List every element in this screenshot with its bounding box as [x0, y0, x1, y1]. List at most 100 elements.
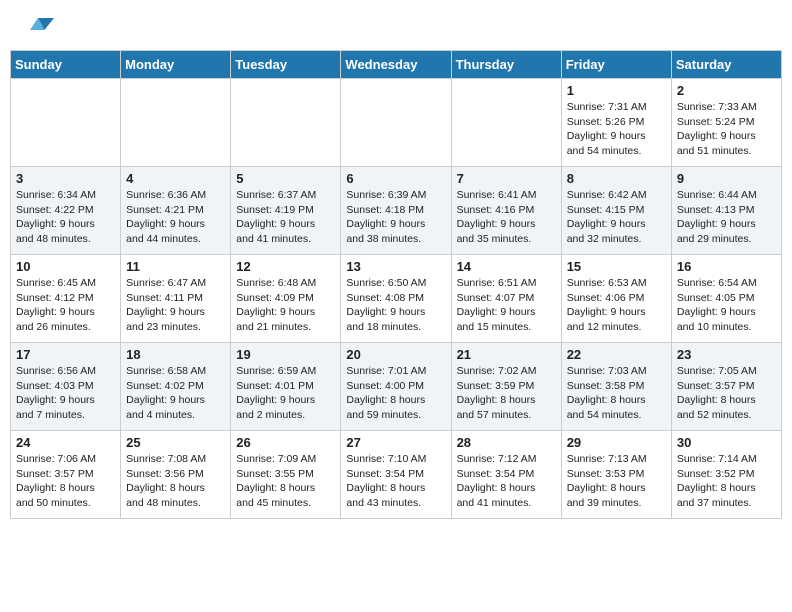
calendar-cell: 22Sunrise: 7:03 AM Sunset: 3:58 PM Dayli… [561, 343, 671, 431]
day-number: 18 [126, 347, 225, 362]
calendar-cell [341, 79, 451, 167]
day-info: Sunrise: 6:47 AM Sunset: 4:11 PM Dayligh… [126, 276, 225, 335]
weekday-header-wednesday: Wednesday [341, 51, 451, 79]
day-number: 26 [236, 435, 335, 450]
day-info: Sunrise: 7:01 AM Sunset: 4:00 PM Dayligh… [346, 364, 445, 423]
calendar-cell: 11 Sunrise: 6:47 AM Sunset: 4:11 PM Dayli… [121, 255, 231, 343]
day-number: 16 [677, 259, 776, 274]
calendar-week-5: 24 Sunrise: 7:06 AM Sunset: 3:57 PM Dayli… [11, 431, 782, 519]
calendar-cell: 8 Sunrise: 6:42 AM Sunset: 4:15 PM Daylig… [561, 167, 671, 255]
calendar-cell: 23Sunrise: 7:05 AM Sunset: 3:57 PM Dayli… [671, 343, 781, 431]
calendar-cell: 30 Sunrise: 7:14 AM Sunset: 3:52 PM Dayli… [671, 431, 781, 519]
day-number: 19 [236, 347, 335, 362]
day-info: Sunrise: 7:08 AM Sunset: 3:56 PM Dayligh… [126, 452, 225, 511]
calendar-week-2: 3 Sunrise: 6:34 AM Sunset: 4:22 PM Daylig… [11, 167, 782, 255]
day-info: Sunrise: 6:56 AM Sunset: 4:03 PM Dayligh… [16, 364, 115, 423]
logo-icon [14, 14, 54, 42]
day-number: 9 [677, 171, 776, 186]
day-number: 11 [126, 259, 225, 274]
day-info: Sunrise: 6:37 AM Sunset: 4:19 PM Dayligh… [236, 188, 335, 247]
calendar-cell: 4 Sunrise: 6:36 AM Sunset: 4:21 PM Daylig… [121, 167, 231, 255]
calendar-week-4: 17 Sunrise: 6:56 AM Sunset: 4:03 PM Dayli… [11, 343, 782, 431]
day-number: 3 [16, 171, 115, 186]
calendar-cell: 14 Sunrise: 6:51 AM Sunset: 4:07 PM Dayli… [451, 255, 561, 343]
day-number: 1 [567, 83, 666, 98]
calendar-body: 1 Sunrise: 7:31 AM Sunset: 5:26 PM Daylig… [11, 79, 782, 519]
day-info: Sunrise: 6:34 AM Sunset: 4:22 PM Dayligh… [16, 188, 115, 247]
day-info: Sunrise: 6:42 AM Sunset: 4:15 PM Dayligh… [567, 188, 666, 247]
weekday-header-sunday: Sunday [11, 51, 121, 79]
day-info: Sunrise: 7:09 AM Sunset: 3:55 PM Dayligh… [236, 452, 335, 511]
day-number: 27 [346, 435, 445, 450]
day-number: 22 [567, 347, 666, 362]
calendar-cell [121, 79, 231, 167]
calendar-table: SundayMondayTuesdayWednesdayThursdayFrid… [10, 50, 782, 519]
day-info: Sunrise: 6:39 AM Sunset: 4:18 PM Dayligh… [346, 188, 445, 247]
calendar-cell: 21 Sunrise: 7:02 AM Sunset: 3:59 PM Dayli… [451, 343, 561, 431]
day-number: 30 [677, 435, 776, 450]
day-info: Sunrise: 6:50 AM Sunset: 4:08 PM Dayligh… [346, 276, 445, 335]
calendar-cell: 13 Sunrise: 6:50 AM Sunset: 4:08 PM Dayli… [341, 255, 451, 343]
day-info: Sunrise: 7:06 AM Sunset: 3:57 PM Dayligh… [16, 452, 115, 511]
calendar-cell: 24 Sunrise: 7:06 AM Sunset: 3:57 PM Dayli… [11, 431, 121, 519]
calendar-cell: 28 Sunrise: 7:12 AM Sunset: 3:54 PM Dayli… [451, 431, 561, 519]
calendar-cell: 27Sunrise: 7:10 AM Sunset: 3:54 PM Dayli… [341, 431, 451, 519]
day-number: 24 [16, 435, 115, 450]
day-number: 12 [236, 259, 335, 274]
weekday-header-thursday: Thursday [451, 51, 561, 79]
calendar-cell [451, 79, 561, 167]
day-info: Sunrise: 6:59 AM Sunset: 4:01 PM Dayligh… [236, 364, 335, 423]
calendar-cell: 9Sunrise: 6:44 AM Sunset: 4:13 PM Daylig… [671, 167, 781, 255]
day-number: 4 [126, 171, 225, 186]
calendar-cell: 2 Sunrise: 7:33 AM Sunset: 5:24 PM Daylig… [671, 79, 781, 167]
calendar-cell: 25 Sunrise: 7:08 AM Sunset: 3:56 PM Dayli… [121, 431, 231, 519]
calendar-cell: 17 Sunrise: 6:56 AM Sunset: 4:03 PM Dayli… [11, 343, 121, 431]
day-info: Sunrise: 7:12 AM Sunset: 3:54 PM Dayligh… [457, 452, 556, 511]
calendar-cell: 12 Sunrise: 6:48 AM Sunset: 4:09 PM Dayli… [231, 255, 341, 343]
day-number: 14 [457, 259, 556, 274]
calendar-cell: 26 Sunrise: 7:09 AM Sunset: 3:55 PM Dayli… [231, 431, 341, 519]
calendar-week-1: 1 Sunrise: 7:31 AM Sunset: 5:26 PM Daylig… [11, 79, 782, 167]
day-info: Sunrise: 6:51 AM Sunset: 4:07 PM Dayligh… [457, 276, 556, 335]
weekday-header-friday: Friday [561, 51, 671, 79]
day-number: 13 [346, 259, 445, 274]
calendar-cell: 15Sunrise: 6:53 AM Sunset: 4:06 PM Dayli… [561, 255, 671, 343]
day-number: 10 [16, 259, 115, 274]
day-number: 6 [346, 171, 445, 186]
weekday-header-tuesday: Tuesday [231, 51, 341, 79]
calendar-cell: 20 Sunrise: 7:01 AM Sunset: 4:00 PM Dayli… [341, 343, 451, 431]
day-info: Sunrise: 7:14 AM Sunset: 3:52 PM Dayligh… [677, 452, 776, 511]
day-info: Sunrise: 6:48 AM Sunset: 4:09 PM Dayligh… [236, 276, 335, 335]
calendar-cell: 29 Sunrise: 7:13 AM Sunset: 3:53 PM Dayli… [561, 431, 671, 519]
day-info: Sunrise: 7:13 AM Sunset: 3:53 PM Dayligh… [567, 452, 666, 511]
day-number: 20 [346, 347, 445, 362]
day-info: Sunrise: 6:36 AM Sunset: 4:21 PM Dayligh… [126, 188, 225, 247]
day-info: Sunrise: 6:45 AM Sunset: 4:12 PM Dayligh… [16, 276, 115, 335]
day-number: 5 [236, 171, 335, 186]
day-number: 25 [126, 435, 225, 450]
logo [14, 14, 56, 42]
calendar-week-3: 10 Sunrise: 6:45 AM Sunset: 4:12 PM Dayli… [11, 255, 782, 343]
day-number: 21 [457, 347, 556, 362]
day-info: Sunrise: 7:02 AM Sunset: 3:59 PM Dayligh… [457, 364, 556, 423]
day-info: Sunrise: 6:58 AM Sunset: 4:02 PM Dayligh… [126, 364, 225, 423]
calendar-cell: 19 Sunrise: 6:59 AM Sunset: 4:01 PM Dayli… [231, 343, 341, 431]
day-number: 28 [457, 435, 556, 450]
calendar-cell [11, 79, 121, 167]
calendar-cell: 7Sunrise: 6:41 AM Sunset: 4:16 PM Daylig… [451, 167, 561, 255]
day-number: 8 [567, 171, 666, 186]
day-number: 17 [16, 347, 115, 362]
day-number: 29 [567, 435, 666, 450]
calendar-cell: 18 Sunrise: 6:58 AM Sunset: 4:02 PM Dayli… [121, 343, 231, 431]
day-info: Sunrise: 7:31 AM Sunset: 5:26 PM Dayligh… [567, 100, 666, 159]
day-info: Sunrise: 6:54 AM Sunset: 4:05 PM Dayligh… [677, 276, 776, 335]
weekday-header-row: SundayMondayTuesdayWednesdayThursdayFrid… [11, 51, 782, 79]
calendar-cell: 16 Sunrise: 6:54 AM Sunset: 4:05 PM Dayli… [671, 255, 781, 343]
weekday-header-monday: Monday [121, 51, 231, 79]
calendar-cell [231, 79, 341, 167]
day-info: Sunrise: 7:33 AM Sunset: 5:24 PM Dayligh… [677, 100, 776, 159]
day-number: 2 [677, 83, 776, 98]
day-info: Sunrise: 6:53 AM Sunset: 4:06 PM Dayligh… [567, 276, 666, 335]
calendar-cell: 6 Sunrise: 6:39 AM Sunset: 4:18 PM Daylig… [341, 167, 451, 255]
day-info: Sunrise: 7:05 AM Sunset: 3:57 PM Dayligh… [677, 364, 776, 423]
